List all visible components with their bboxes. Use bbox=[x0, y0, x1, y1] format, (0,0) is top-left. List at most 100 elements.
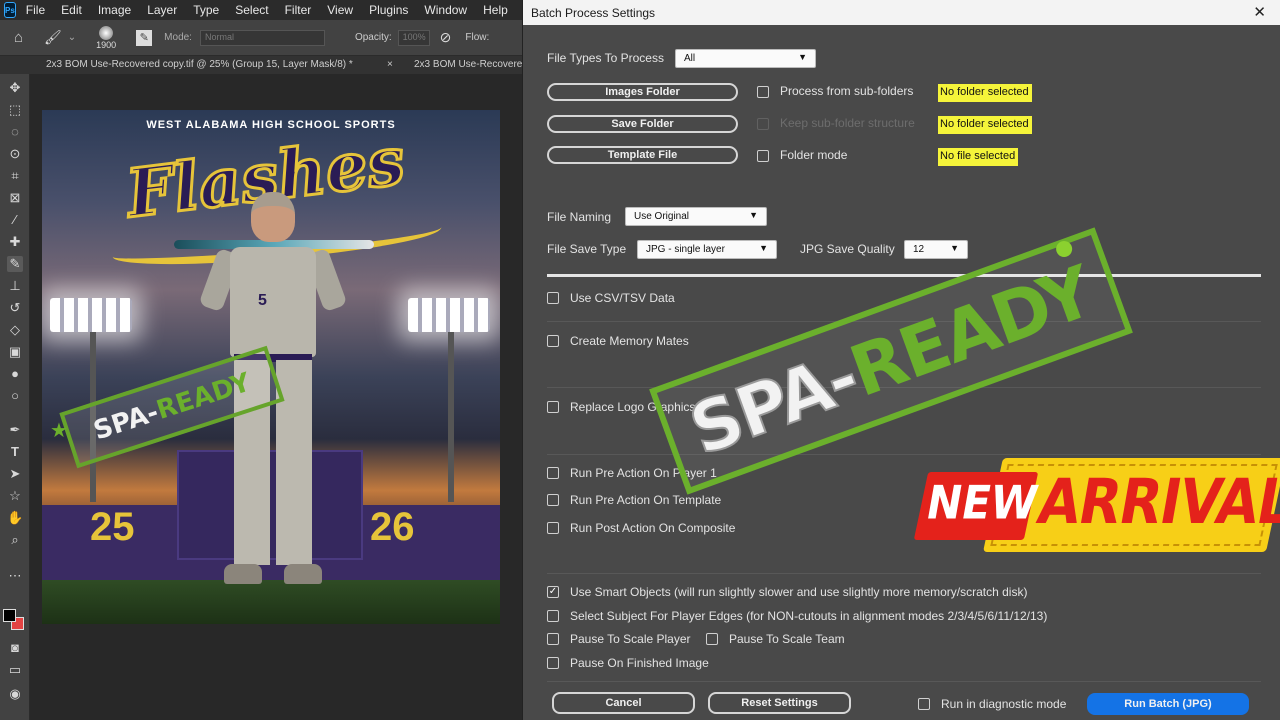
menu-view[interactable]: View bbox=[327, 3, 353, 17]
brush-tool-icon[interactable]: 🖌 bbox=[44, 29, 62, 46]
pre-action-template-checkbox[interactable] bbox=[547, 494, 559, 506]
close-icon[interactable]: ✕ bbox=[1253, 3, 1266, 21]
menu-type[interactable]: Type bbox=[193, 3, 219, 17]
crop-icon[interactable]: ⌗ bbox=[7, 168, 23, 184]
type-icon[interactable]: T bbox=[7, 444, 23, 460]
diagnostic-mode-checkbox[interactable] bbox=[918, 698, 930, 710]
divider bbox=[547, 454, 1261, 455]
reset-settings-button[interactable]: Reset Settings bbox=[708, 692, 851, 714]
menu-filter[interactable]: Filter bbox=[285, 3, 312, 17]
file-save-type-value: JPG - single layer bbox=[646, 244, 725, 255]
shape-icon[interactable]: ☆ bbox=[7, 488, 23, 504]
keep-subfolder-checkbox[interactable] bbox=[757, 118, 769, 130]
pause-finished-checkbox[interactable] bbox=[547, 657, 559, 669]
tab-document-2[interactable]: 2x3 BOM Use-Recovered bbox=[414, 59, 522, 70]
replace-logo-checkbox[interactable] bbox=[547, 401, 559, 413]
year-right: 26 bbox=[370, 505, 415, 549]
images-folder-button[interactable]: Images Folder bbox=[547, 83, 738, 101]
file-types-value: All bbox=[684, 53, 696, 64]
tab-document-1[interactable]: 2x3 BOM Use-Recovered copy.tif @ 25% (Gr… bbox=[46, 59, 353, 70]
process-subfolders-label: Process from sub-folders bbox=[780, 84, 914, 98]
blur-icon[interactable]: ● bbox=[7, 366, 23, 382]
menu-help[interactable]: Help bbox=[483, 3, 508, 17]
hand-icon[interactable]: ✋ bbox=[7, 510, 23, 526]
template-file-button[interactable]: Template File bbox=[547, 146, 738, 164]
post-action-composite-checkbox[interactable] bbox=[547, 522, 559, 534]
post-action-composite-label: Run Post Action On Composite bbox=[570, 521, 736, 535]
poster-stamp-spa: SPA- bbox=[89, 397, 163, 447]
flow-label: Flow: bbox=[465, 32, 490, 43]
file-save-type-select[interactable]: JPG - single layer ▼ bbox=[637, 240, 777, 259]
camera-icon[interactable]: ◉ bbox=[7, 686, 23, 702]
stadium-light-right bbox=[408, 298, 490, 332]
home-icon[interactable]: ⌂ bbox=[14, 29, 32, 46]
pause-scale-team-checkbox[interactable] bbox=[706, 633, 718, 645]
quick-mask-icon[interactable]: ◙ bbox=[7, 640, 23, 656]
frame-icon[interactable]: ⊠ bbox=[7, 190, 23, 206]
year-left: 25 bbox=[90, 505, 135, 549]
menu-plugins[interactable]: Plugins bbox=[369, 3, 408, 17]
mode-select[interactable]: Normal bbox=[199, 29, 325, 46]
brush-icon[interactable]: ✎ bbox=[7, 256, 23, 272]
photoshop-logo-icon: Ps bbox=[4, 2, 16, 18]
save-folder-button[interactable]: Save Folder bbox=[547, 115, 738, 133]
use-csv-checkbox[interactable] bbox=[547, 292, 559, 304]
menu-file[interactable]: File bbox=[26, 3, 45, 17]
eraser-icon[interactable]: ◇ bbox=[7, 322, 23, 338]
gradient-icon[interactable]: ▣ bbox=[7, 344, 23, 360]
healing-icon[interactable]: ✚ bbox=[7, 234, 23, 250]
file-naming-select[interactable]: Use Original ▼ bbox=[625, 207, 767, 226]
player-shoe-right bbox=[284, 564, 322, 584]
tab-close-icon[interactable]: × bbox=[387, 59, 393, 70]
file-types-label: File Types To Process bbox=[547, 51, 664, 65]
brush-settings-icon[interactable]: ✎ bbox=[136, 29, 153, 46]
move-icon[interactable]: ✥ bbox=[7, 80, 23, 96]
menu-select[interactable]: Select bbox=[235, 3, 268, 17]
poster-header: WEST ALABAMA HIGH SCHOOL SPORTS bbox=[146, 119, 396, 131]
menu-window[interactable]: Window bbox=[424, 3, 467, 17]
menu-edit[interactable]: Edit bbox=[61, 3, 82, 17]
path-select-icon[interactable]: ➤ bbox=[7, 466, 23, 482]
file-naming-value: Use Original bbox=[634, 211, 690, 222]
options-bar: ⌂ 🖌 ⌄ 1900 ✎ Mode: Normal Opacity: 100% … bbox=[0, 20, 522, 56]
more-icon[interactable]: ⋯ bbox=[7, 568, 23, 584]
smart-objects-checkbox[interactable]: ✓ bbox=[547, 586, 559, 598]
menu-image[interactable]: Image bbox=[98, 3, 131, 17]
pause-scale-player-checkbox[interactable] bbox=[547, 633, 559, 645]
pen-icon[interactable]: ✒ bbox=[7, 422, 23, 438]
marquee-icon[interactable]: ⬚ bbox=[7, 102, 23, 118]
select-subject-label: Select Subject For Player Edges (for NON… bbox=[570, 609, 1048, 623]
memory-mates-checkbox[interactable] bbox=[547, 335, 559, 347]
file-types-select[interactable]: All ▼ bbox=[675, 49, 816, 68]
player-head bbox=[251, 192, 295, 242]
chevron-down-icon[interactable]: ⌄ bbox=[68, 32, 76, 43]
images-folder-status: No folder selected bbox=[938, 84, 1032, 102]
pressure-opacity-icon[interactable]: ⊘ bbox=[440, 29, 452, 46]
history-brush-icon[interactable]: ↺ bbox=[7, 300, 23, 316]
screen-mode-icon[interactable]: ▭ bbox=[7, 662, 23, 678]
star-icon: ★ bbox=[50, 420, 68, 442]
jpg-quality-select[interactable]: 12 ▼ bbox=[904, 240, 968, 259]
light-pole-right bbox=[448, 332, 454, 502]
dodge-icon[interactable]: ○ bbox=[7, 388, 23, 404]
brush-preset-picker[interactable]: 1900 bbox=[90, 25, 122, 50]
pause-scale-team-label: Pause To Scale Team bbox=[729, 632, 845, 646]
process-subfolders-checkbox[interactable] bbox=[757, 86, 769, 98]
cancel-button[interactable]: Cancel bbox=[552, 692, 695, 714]
quick-select-icon[interactable]: ⊙ bbox=[7, 146, 23, 162]
select-subject-checkbox[interactable] bbox=[547, 610, 559, 622]
opacity-input[interactable]: 100% bbox=[397, 29, 430, 46]
keep-subfolder-label: Keep sub-folder structure bbox=[780, 116, 915, 130]
menu-layer[interactable]: Layer bbox=[147, 3, 177, 17]
stamp-icon[interactable]: ⊥ bbox=[7, 278, 23, 294]
zoom-icon[interactable]: ⌕ bbox=[7, 532, 23, 548]
pre-action-player-checkbox[interactable] bbox=[547, 467, 559, 479]
folder-mode-checkbox[interactable] bbox=[757, 150, 769, 162]
foreground-color-swatch[interactable] bbox=[3, 609, 16, 622]
folder-mode-label: Folder mode bbox=[780, 148, 848, 162]
lasso-icon[interactable]: ◌ bbox=[7, 124, 23, 140]
file-save-type-label: File Save Type bbox=[547, 242, 627, 256]
pre-action-template-label: Run Pre Action On Template bbox=[570, 493, 722, 507]
eyedropper-icon[interactable]: ⁄ bbox=[7, 212, 23, 228]
run-batch-button[interactable]: Run Batch (JPG) bbox=[1087, 693, 1249, 715]
